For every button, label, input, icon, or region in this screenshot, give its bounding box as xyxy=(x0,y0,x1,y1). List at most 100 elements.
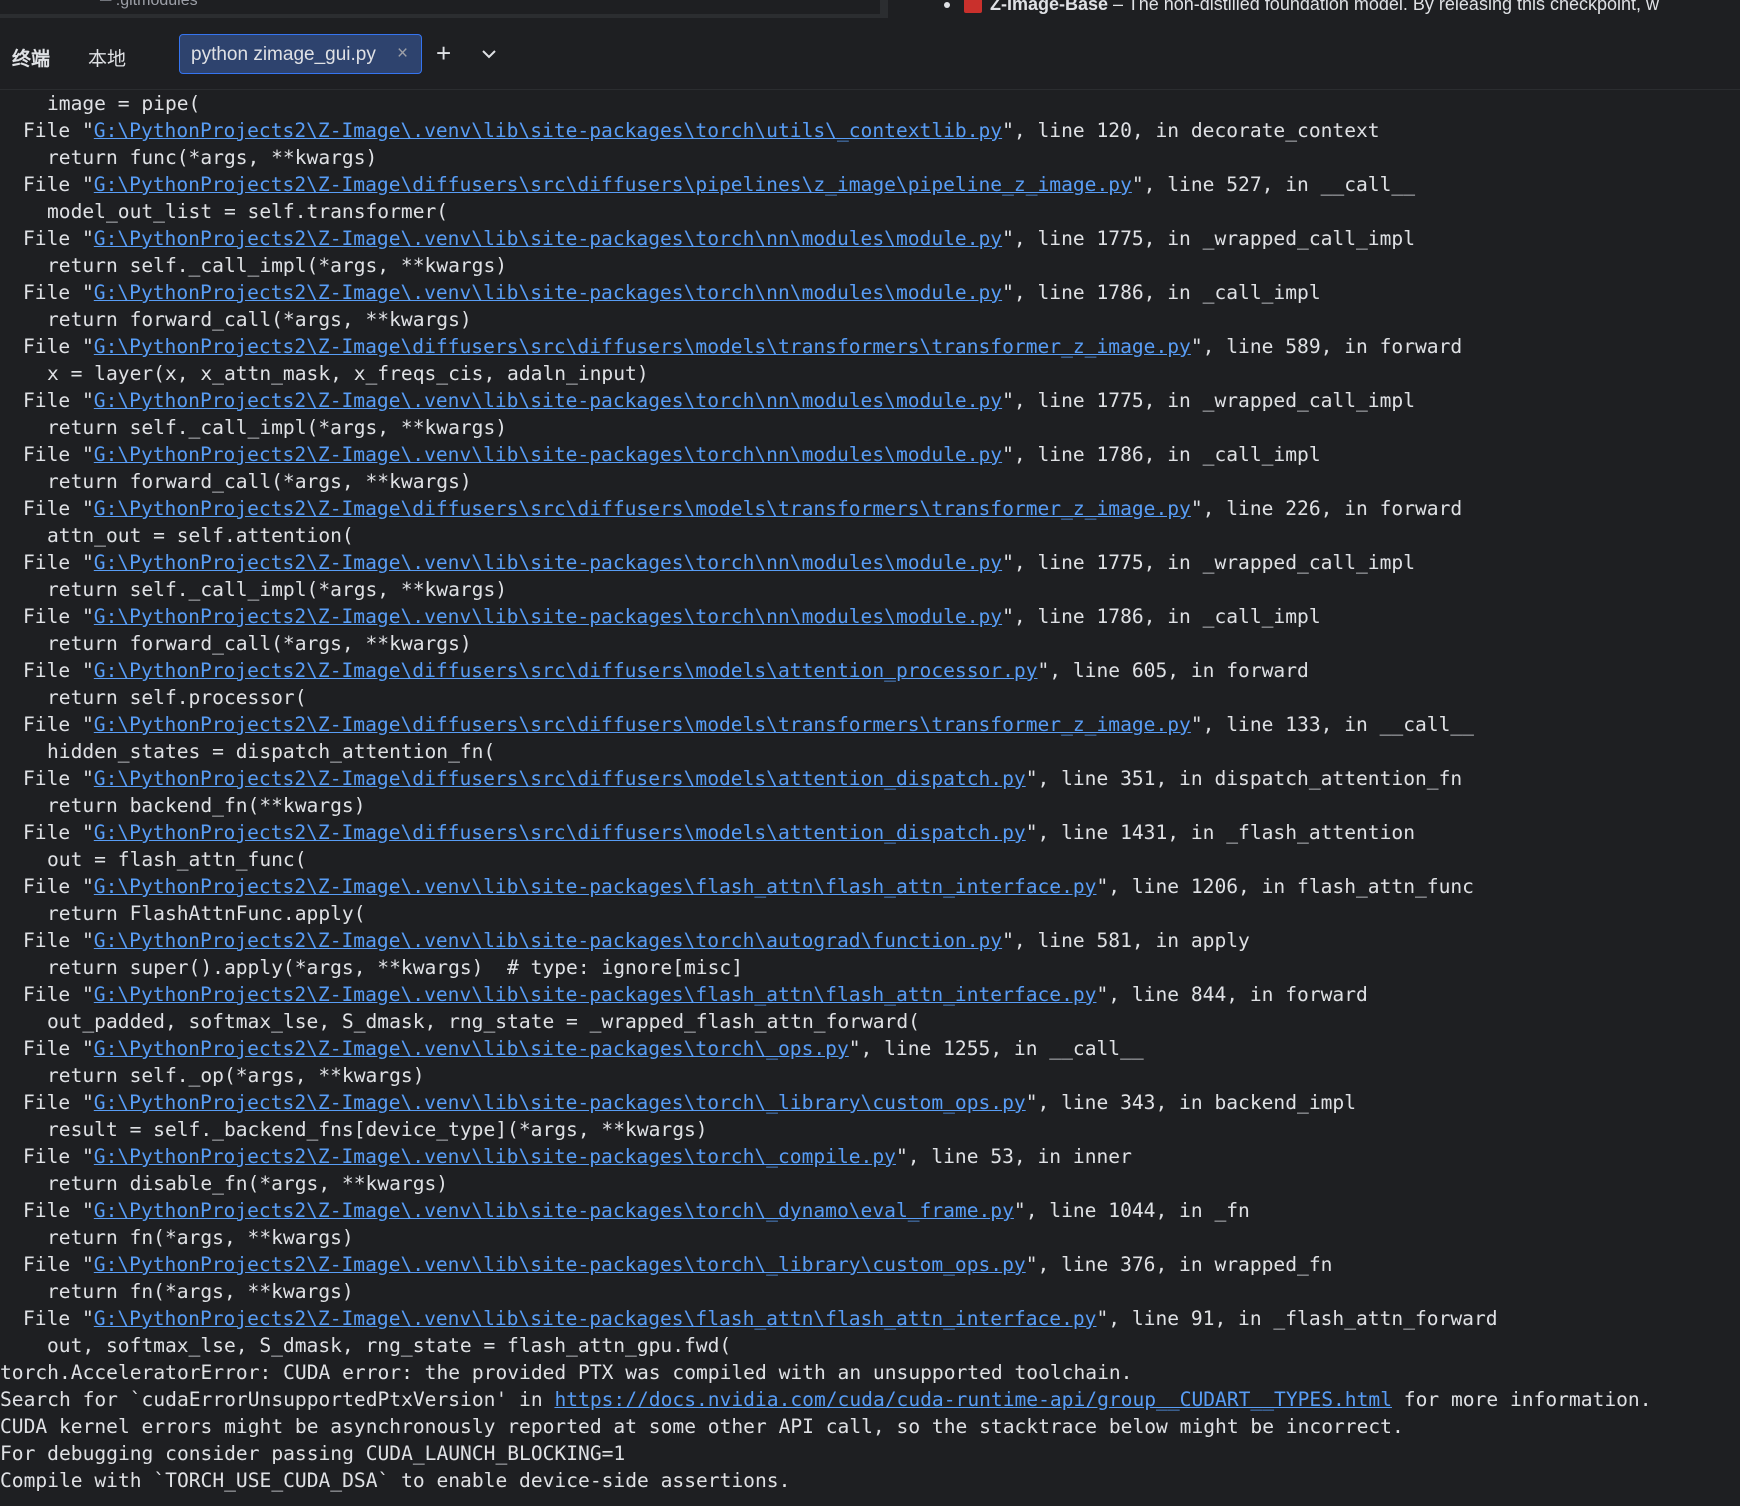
file-line-info: ", line 226, in forward xyxy=(1190,497,1463,520)
file-path-link[interactable]: G:\PythonProjects2\Z-Image\.venv\lib\sit… xyxy=(94,1199,1014,1222)
file-line-info: ", line 581, in apply xyxy=(1002,929,1250,952)
file-path-link[interactable]: G:\PythonProjects2\Z-Image\.venv\lib\sit… xyxy=(94,1037,849,1060)
file-path-link[interactable]: G:\PythonProjects2\Z-Image\.venv\lib\sit… xyxy=(94,227,1002,250)
traceback-file-line: File "G:\PythonProjects2\Z-Image\diffuse… xyxy=(23,821,1415,844)
traceback-file-line: File "G:\PythonProjects2\Z-Image\.venv\l… xyxy=(23,443,1321,466)
traceback-file-line: File "G:\PythonProjects2\Z-Image\.venv\l… xyxy=(23,983,1368,1006)
traceback-code-line: return fn(*args, **kwargs) xyxy=(47,1280,354,1303)
file-path-link[interactable]: G:\PythonProjects2\Z-Image\diffusers\src… xyxy=(94,659,1038,682)
file-path-link[interactable]: G:\PythonProjects2\Z-Image\diffusers\src… xyxy=(94,821,1026,844)
file-path-link[interactable]: G:\PythonProjects2\Z-Image\diffusers\src… xyxy=(94,497,1191,520)
message-text: Search for `cudaErrorUnsupportedPtxVersi… xyxy=(0,1388,555,1411)
traceback-file-line: File "G:\PythonProjects2\Z-Image\diffuse… xyxy=(23,659,1309,682)
file-line-info: ", line 1775, in _wrapped_call_impl xyxy=(1002,227,1415,250)
file-line-info: ", line 527, in __call__ xyxy=(1131,173,1415,196)
tab-label: python zimage_gui.py xyxy=(191,44,376,65)
traceback-code-line: return forward_call(*args, **kwargs) xyxy=(47,308,472,331)
file-path-link[interactable]: G:\PythonProjects2\Z-Image\.venv\lib\sit… xyxy=(94,875,1097,898)
traceback-code-line: return forward_call(*args, **kwargs) xyxy=(47,470,472,493)
traceback-code-line: out_padded, softmax_lse, S_dmask, rng_st… xyxy=(47,1010,920,1033)
traceback-file-line: File "G:\PythonProjects2\Z-Image\diffuse… xyxy=(23,497,1463,520)
file-path-link[interactable]: G:\PythonProjects2\Z-Image\.venv\lib\sit… xyxy=(94,443,1002,466)
preview-dash: – xyxy=(1108,0,1128,14)
tab-local[interactable]: 本地 xyxy=(88,44,126,71)
file-path-link[interactable]: G:\PythonProjects2\Z-Image\diffusers\src… xyxy=(94,335,1191,358)
message-text: for more information. xyxy=(1391,1388,1652,1411)
traceback-code-line: return self.processor( xyxy=(47,686,307,709)
traceback-code-line: model_out_list = self.transformer( xyxy=(47,200,449,223)
chevron-down-icon[interactable] xyxy=(478,43,500,65)
terminal-tab-bar: 终端 本地 python zimage_gui.py × + xyxy=(0,18,1740,90)
file-path-link[interactable]: G:\PythonProjects2\Z-Image\.venv\lib\sit… xyxy=(94,605,1002,628)
file-line-info: ", line 1255, in __call__ xyxy=(848,1037,1144,1060)
traceback-file-line: File "G:\PythonProjects2\Z-Image\diffuse… xyxy=(23,713,1474,736)
traceback-file-line: File "G:\PythonProjects2\Z-Image\.venv\l… xyxy=(23,875,1474,898)
traceback-code-line: out = flash_attn_func( xyxy=(47,848,307,871)
file-line-info: ", line 589, in forward xyxy=(1190,335,1463,358)
traceback-code-line: attn_out = self.attention( xyxy=(47,524,354,547)
file-path-link[interactable]: G:\PythonProjects2\Z-Image\.venv\lib\sit… xyxy=(94,983,1097,1006)
file-line-info: ", line 120, in decorate_context xyxy=(1002,119,1380,142)
file-path-link[interactable]: G:\PythonProjects2\Z-Image\.venv\lib\sit… xyxy=(94,389,1002,412)
traceback-file-line: File "G:\PythonProjects2\Z-Image\diffuse… xyxy=(23,173,1415,196)
file-line-info: ", line 376, in wrapped_fn xyxy=(1025,1253,1333,1276)
file-path-link[interactable]: G:\PythonProjects2\Z-Image\.venv\lib\sit… xyxy=(94,1307,1097,1330)
traceback-file-line: File "G:\PythonProjects2\Z-Image\.venv\l… xyxy=(23,551,1415,574)
file-path-link[interactable]: G:\PythonProjects2\Z-Image\.venv\lib\sit… xyxy=(94,551,1002,574)
traceback-file-line: File "G:\PythonProjects2\Z-Image\.venv\l… xyxy=(23,1037,1144,1060)
traceback-code-line: image = pipe( xyxy=(47,92,201,115)
file-tree-item[interactable]: ─ .gitmodules xyxy=(100,0,198,10)
file-line-info: ", line 1786, in _call_impl xyxy=(1002,281,1321,304)
traceback-code-line: out, softmax_lse, S_dmask, rng_state = f… xyxy=(47,1334,732,1357)
file-line-info: ", line 1431, in _flash_attention xyxy=(1025,821,1415,844)
file-path-link[interactable]: G:\PythonProjects2\Z-Image\.venv\lib\sit… xyxy=(94,1145,896,1168)
file-line-info: ", line 1775, in _wrapped_call_impl xyxy=(1002,389,1415,412)
tab-python-zimage-gui[interactable]: python zimage_gui.py × xyxy=(179,34,422,74)
traceback-file-line: File "G:\PythonProjects2\Z-Image\.venv\l… xyxy=(23,1199,1250,1222)
traceback-file-line: File "G:\PythonProjects2\Z-Image\diffuse… xyxy=(23,335,1463,358)
traceback-file-line: File "G:\PythonProjects2\Z-Image\.venv\l… xyxy=(23,119,1380,142)
traceback-code-line: return func(*args, **kwargs) xyxy=(47,146,378,169)
preview-bold-text: Z-Image-Base xyxy=(990,0,1109,14)
docs-url-link[interactable]: https://docs.nvidia.com/cuda/cuda-runtim… xyxy=(554,1388,1392,1411)
file-line-info: ", line 133, in __call__ xyxy=(1190,713,1474,736)
file-line-info: ", line 1786, in _call_impl xyxy=(1002,443,1321,466)
bullet-icon xyxy=(944,2,950,9)
file-line-info: ", line 1775, in _wrapped_call_impl xyxy=(1002,551,1415,574)
file-path-link[interactable]: G:\PythonProjects2\Z-Image\.venv\lib\sit… xyxy=(94,1253,1026,1276)
error-message-line: CUDA kernel errors might be asynchronous… xyxy=(0,1415,1404,1438)
traceback-code-line: return self._call_impl(*args, **kwargs) xyxy=(47,416,508,439)
new-tab-plus-icon[interactable]: + xyxy=(436,38,451,69)
file-line-info: ", line 1786, in _call_impl xyxy=(1002,605,1321,628)
pane-divider[interactable] xyxy=(880,0,888,18)
file-line-info: ", line 1206, in flash_attn_func xyxy=(1096,875,1474,898)
file-path-link[interactable]: G:\PythonProjects2\Z-Image\diffusers\src… xyxy=(94,713,1191,736)
traceback-file-line: File "G:\PythonProjects2\Z-Image\.venv\l… xyxy=(23,605,1321,628)
traceback-code-line: return self._call_impl(*args, **kwargs) xyxy=(47,578,508,601)
file-path-link[interactable]: G:\PythonProjects2\Z-Image\diffusers\src… xyxy=(94,173,1132,196)
error-message-line: Compile with `TORCH_USE_CUDA_DSA` to ena… xyxy=(0,1469,791,1492)
error-message-line: torch.AcceleratorError: CUDA error: the … xyxy=(0,1361,1133,1384)
file-path-link[interactable]: G:\PythonProjects2\Z-Image\.venv\lib\sit… xyxy=(94,929,1002,952)
terminal-output[interactable]: image = pipe( File "G:\PythonProjects2\Z-… xyxy=(0,90,1740,1506)
traceback-code-line: return fn(*args, **kwargs) xyxy=(47,1226,354,1249)
error-message-line: Search for `cudaErrorUnsupportedPtxVersi… xyxy=(0,1386,1740,1413)
traceback-code-line: result = self._backend_fns[device_type](… xyxy=(47,1118,708,1141)
image-emoji-icon xyxy=(964,0,982,14)
traceback-file-line: File "G:\PythonProjects2\Z-Image\.venv\l… xyxy=(23,281,1321,304)
file-path-link[interactable]: G:\PythonProjects2\Z-Image\.venv\lib\sit… xyxy=(94,281,1002,304)
file-path-link[interactable]: G:\PythonProjects2\Z-Image\.venv\lib\sit… xyxy=(94,1091,1026,1114)
traceback-code-line: x = layer(x, x_attn_mask, x_freqs_cis, a… xyxy=(47,362,649,385)
close-tab-icon[interactable]: × xyxy=(397,43,408,65)
file-line-info: ", line 53, in inner xyxy=(895,1145,1132,1168)
file-line-info: ", line 351, in dispatch_attention_fn xyxy=(1025,767,1463,790)
terminal-panel-title: 终端 xyxy=(12,49,51,70)
traceback-file-line: File "G:\PythonProjects2\Z-Image\.venv\l… xyxy=(23,227,1415,250)
traceback-code-line: return self._op(*args, **kwargs) xyxy=(47,1064,425,1087)
traceback-file-line: File "G:\PythonProjects2\Z-Image\.venv\l… xyxy=(23,929,1250,952)
traceback-code-line: return disable_fn(*args, **kwargs) xyxy=(47,1172,449,1195)
traceback-code-line: return super().apply(*args, **kwargs) # … xyxy=(47,956,743,979)
file-path-link[interactable]: G:\PythonProjects2\Z-Image\diffusers\src… xyxy=(94,767,1026,790)
traceback-file-line: File "G:\PythonProjects2\Z-Image\diffuse… xyxy=(23,767,1463,790)
file-path-link[interactable]: G:\PythonProjects2\Z-Image\.venv\lib\sit… xyxy=(94,119,1002,142)
